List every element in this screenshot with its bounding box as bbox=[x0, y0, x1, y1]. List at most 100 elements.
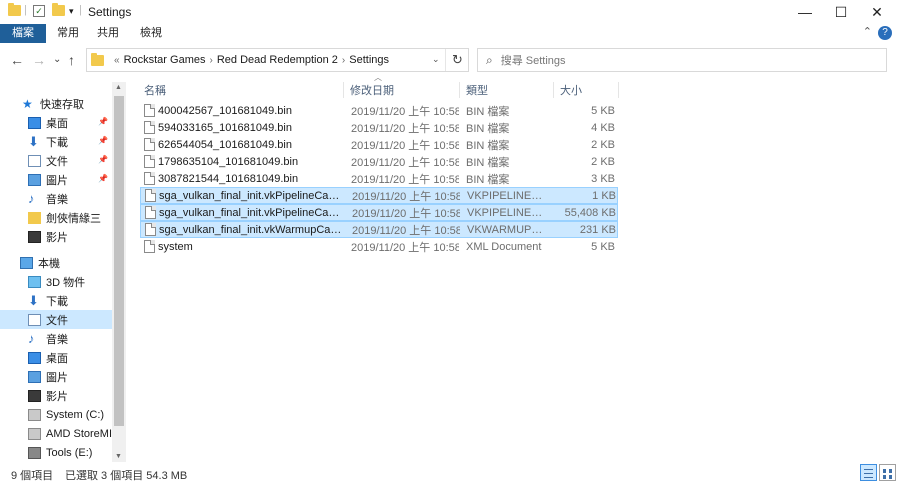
nav-item[interactable]: 文件 bbox=[0, 310, 112, 329]
new-folder-icon[interactable] bbox=[52, 3, 65, 16]
nav-item-label: 桌面 bbox=[46, 352, 68, 365]
picture-icon bbox=[28, 370, 41, 383]
file-name: sga_vulkan_final_init.vkPipelineCache... bbox=[159, 206, 344, 219]
pin-icon: 📌 bbox=[98, 136, 108, 145]
nav-item[interactable]: ♪ 音樂 bbox=[0, 329, 112, 348]
drive-icon bbox=[28, 427, 41, 440]
file-size: 5 KB bbox=[591, 104, 615, 117]
close-button[interactable]: ✕ bbox=[854, 0, 898, 24]
nav-item-label: 下載 bbox=[46, 136, 68, 149]
nav-item[interactable]: Tools (E:) bbox=[0, 443, 112, 462]
nav-item[interactable]: 文件 📌 bbox=[0, 151, 112, 170]
item-count: 9 個項目 bbox=[11, 470, 54, 482]
forward-button[interactable]: → bbox=[32, 52, 46, 68]
file-modified: 2019/11/20 上午 10:58 bbox=[352, 207, 460, 220]
tab-home[interactable]: 常用 bbox=[52, 24, 84, 43]
properties-icon[interactable]: ✓ bbox=[33, 5, 45, 17]
search-box[interactable]: ⌕ 搜尋 Settings bbox=[477, 48, 887, 72]
file-modified: 2019/11/20 上午 10:58 bbox=[352, 190, 460, 203]
search-input[interactable]: 搜尋 Settings bbox=[501, 52, 566, 68]
column-size[interactable]: 大小 bbox=[554, 82, 619, 98]
file-row[interactable]: sga_vulkan_final_init.vkPipelineCacheH..… bbox=[140, 187, 618, 204]
address-dropdown-icon[interactable]: ⌄ bbox=[432, 54, 440, 65]
breadcrumb-overflow[interactable]: « bbox=[114, 55, 120, 66]
column-headers: ︿ 名稱 修改日期 類型 大小 bbox=[138, 73, 623, 100]
tab-file[interactable]: 檔案 bbox=[0, 24, 46, 43]
tab-share[interactable]: 共用 bbox=[92, 24, 124, 43]
nav-item[interactable]: AMD StoreMI ( bbox=[0, 424, 112, 443]
file-size: 231 KB bbox=[579, 223, 616, 236]
file-row[interactable]: 1798635104_101681049.bin 2019/11/20 上午 10… bbox=[140, 153, 618, 170]
nav-item-label: Tools (E:) bbox=[46, 446, 93, 459]
nav-item[interactable]: ♪ 音樂 bbox=[0, 189, 112, 208]
customize-quick-access-icon[interactable]: ▾ bbox=[69, 6, 74, 17]
tab-view[interactable]: 檢視 bbox=[134, 24, 168, 43]
breadcrumb-red-dead-redemption-2[interactable]: Red Dead Redemption 2 bbox=[217, 54, 338, 66]
file-row[interactable]: 594033165_101681049.bin 2019/11/20 上午 10:… bbox=[140, 119, 618, 136]
desktop-icon bbox=[28, 351, 41, 364]
folder-icon bbox=[91, 52, 104, 66]
nav-item-label: 圖片 bbox=[46, 371, 68, 384]
picture-icon bbox=[28, 173, 41, 186]
file-row[interactable]: sga_vulkan_final_init.vkWarmupCache... 20… bbox=[140, 221, 618, 238]
file-type: BIN 檔案 bbox=[466, 173, 510, 186]
file-icon bbox=[144, 240, 155, 253]
collapse-ribbon-icon[interactable]: ⌃ bbox=[863, 25, 872, 38]
nav-item[interactable]: 劍俠情緣三 bbox=[0, 208, 112, 227]
nav-item[interactable]: ⬇ 下載 bbox=[0, 291, 112, 310]
column-name[interactable]: 名稱 bbox=[138, 82, 344, 98]
breadcrumb-rockstar-games[interactable]: Rockstar Games bbox=[124, 54, 206, 66]
selection-info: 已選取 3 個項目 54.3 MB bbox=[65, 470, 188, 482]
nav-item-label: 劍俠情緣三 bbox=[46, 212, 101, 225]
nav-scrollbar[interactable]: ▲ ▼ bbox=[112, 82, 126, 462]
column-type[interactable]: 類型 bbox=[460, 82, 554, 98]
video-icon bbox=[28, 230, 41, 243]
breadcrumb-settings[interactable]: Settings bbox=[349, 54, 389, 66]
file-modified: 2019/11/20 上午 10:58 bbox=[351, 105, 459, 118]
file-icon bbox=[145, 206, 156, 219]
search-icon: ⌕ bbox=[486, 52, 493, 67]
nav-item[interactable]: 影片 bbox=[0, 227, 112, 246]
breadcrumb-separator[interactable]: › bbox=[209, 55, 212, 66]
computer-icon bbox=[20, 256, 33, 269]
navigation-bar: ← → ⌄ ↑ « Rockstar Games › Red Dead Rede… bbox=[0, 46, 898, 74]
nav-item[interactable]: 影片 bbox=[0, 386, 112, 405]
back-button[interactable]: ← bbox=[10, 52, 24, 68]
nav-item[interactable]: ★ 快速存取 bbox=[0, 94, 112, 113]
file-size: 3 KB bbox=[591, 172, 615, 185]
file-modified: 2019/11/20 上午 10:58 bbox=[352, 224, 460, 237]
recent-locations-button[interactable]: ⌄ bbox=[53, 54, 61, 65]
file-row[interactable]: sga_vulkan_final_init.vkPipelineCache...… bbox=[140, 204, 618, 221]
refresh-button[interactable]: ↻ bbox=[445, 49, 469, 71]
nav-item[interactable]: 桌面 bbox=[0, 348, 112, 367]
up-button[interactable]: ↑ bbox=[68, 52, 75, 68]
file-row[interactable]: 3087821544_101681049.bin 2019/11/20 上午 10… bbox=[140, 170, 618, 187]
file-row[interactable]: system 2019/11/20 上午 10:58 XML Document 5 K… bbox=[140, 238, 618, 255]
large-icons-view-icon[interactable] bbox=[879, 464, 896, 481]
scroll-thumb[interactable] bbox=[114, 96, 124, 426]
scroll-up-icon[interactable]: ▲ bbox=[115, 84, 122, 91]
download-icon: ⬇ bbox=[28, 292, 39, 308]
address-bar[interactable]: « Rockstar Games › Red Dead Redemption 2… bbox=[86, 48, 469, 72]
nav-item[interactable]: 圖片 bbox=[0, 367, 112, 386]
details-view-icon[interactable] bbox=[860, 464, 877, 481]
file-row[interactable]: 626544054_101681049.bin 2019/11/20 上午 10:… bbox=[140, 136, 618, 153]
nav-item[interactable]: 本機 bbox=[0, 253, 112, 272]
nav-item[interactable]: 圖片 📌 bbox=[0, 170, 112, 189]
help-icon[interactable]: ? bbox=[878, 26, 892, 40]
pin-icon: 📌 bbox=[98, 174, 108, 183]
nav-item[interactable]: ⬇ 下載 📌 bbox=[0, 132, 112, 151]
file-row[interactable]: 400042567_101681049.bin 2019/11/20 上午 10:… bbox=[140, 102, 618, 119]
scroll-down-icon[interactable]: ▼ bbox=[115, 453, 122, 460]
nav-item-label: 文件 bbox=[46, 155, 68, 168]
video-icon bbox=[28, 389, 41, 402]
column-modified[interactable]: 修改日期 bbox=[344, 82, 460, 98]
nav-item[interactable]: 3D 物件 bbox=[0, 272, 112, 291]
file-name: sga_vulkan_final_init.vkWarmupCache... bbox=[159, 223, 344, 236]
download-icon: ⬇ bbox=[28, 133, 39, 149]
file-type: VKWARMUPCAC... bbox=[467, 223, 549, 236]
network-drive-icon bbox=[28, 446, 41, 459]
nav-item[interactable]: System (C:) bbox=[0, 405, 112, 424]
breadcrumb-separator[interactable]: › bbox=[342, 55, 345, 66]
nav-item[interactable]: 桌面 📌 bbox=[0, 113, 112, 132]
